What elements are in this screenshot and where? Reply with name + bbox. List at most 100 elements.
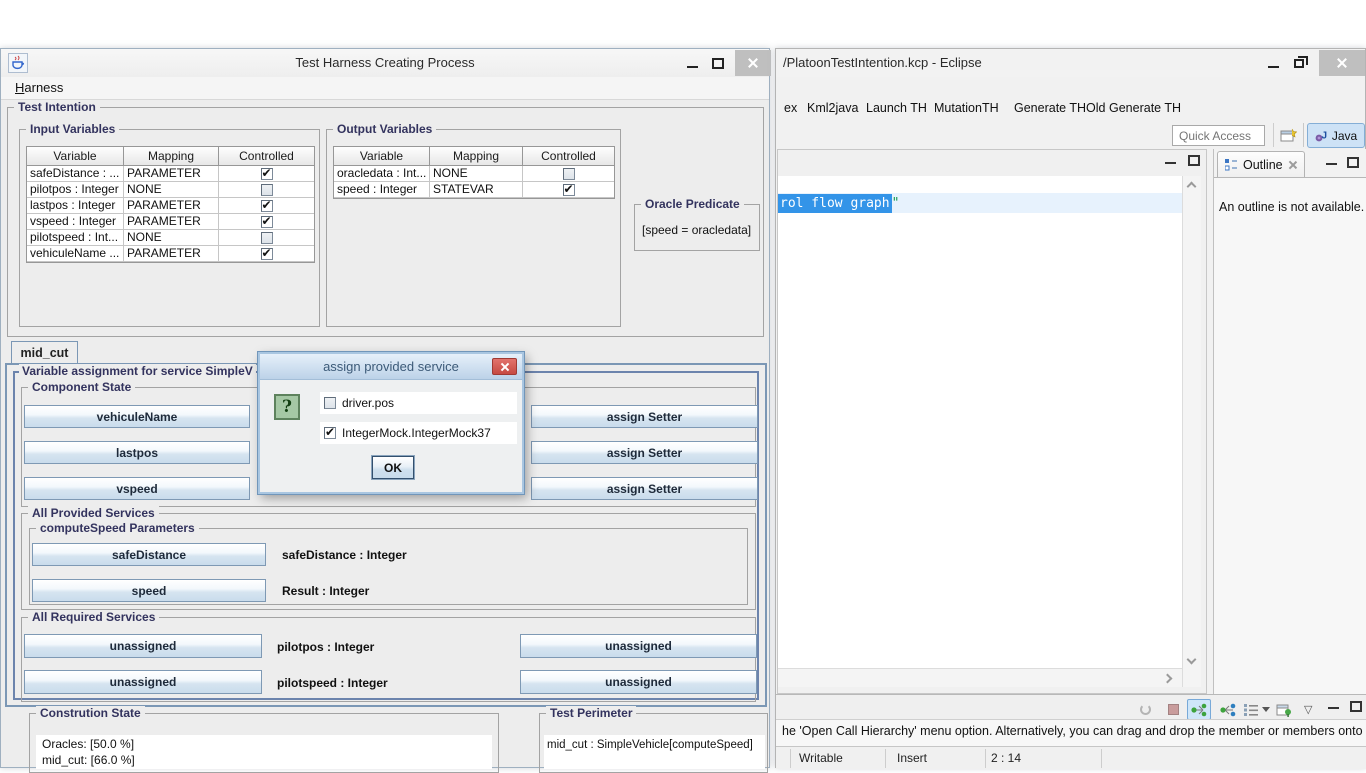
editor-maximize-icon[interactable] xyxy=(1188,155,1200,166)
controlled-checkbox[interactable] xyxy=(563,168,575,180)
editor-canvas[interactable]: rol flow graph" xyxy=(778,176,1182,668)
menu-item[interactable]: Generate THOld xyxy=(1014,95,1105,121)
assign-setter-button[interactable]: assign Setter xyxy=(531,405,758,428)
scroll-right-icon[interactable] xyxy=(1163,674,1173,684)
editor-hscrollbar[interactable] xyxy=(778,668,1182,687)
dropdown-arrow-icon[interactable] xyxy=(1262,699,1270,720)
callee-hierarchy-icon[interactable] xyxy=(1216,699,1240,720)
required-unassigned-button[interactable]: unassigned xyxy=(520,670,757,694)
col-controlled[interactable]: Controlled xyxy=(523,147,614,165)
table-row[interactable]: pilotpos : Integer NONE xyxy=(27,182,314,198)
stop-icon[interactable] xyxy=(1168,699,1179,720)
menu-item[interactable]: Kml2java xyxy=(807,95,858,121)
table-row[interactable]: oracledata : Int... NONE xyxy=(334,166,614,182)
outline-minimize-icon[interactable] xyxy=(1326,163,1337,165)
dialog-titlebar[interactable]: assign provided service xyxy=(260,354,522,380)
group-title: Oracle Predicate xyxy=(641,197,744,212)
open-perspective-icon[interactable] xyxy=(1280,128,1297,149)
provided-param-button-safeDistance[interactable]: safeDistance xyxy=(32,543,266,566)
window-title: Test Harness Creating Process xyxy=(1,49,769,77)
col-mapping[interactable]: Mapping xyxy=(430,147,523,165)
controlled-checkbox[interactable] xyxy=(563,184,575,196)
harness-titlebar[interactable]: Test Harness Creating Process xyxy=(1,49,769,77)
ok-button[interactable]: OK xyxy=(372,456,414,479)
construction-state-list: Oracles: [50.0 %] mid_cut: [66.0 %] xyxy=(36,735,492,769)
service-checkbox[interactable] xyxy=(324,427,336,439)
dialog-close-icon[interactable] xyxy=(492,358,517,375)
minimize-icon[interactable] xyxy=(1268,66,1279,68)
group-title: Test Perimeter xyxy=(546,706,636,721)
provided-param-button-speed[interactable]: speed xyxy=(32,579,266,602)
close-icon[interactable] xyxy=(735,50,771,76)
menu-item[interactable]: ex xyxy=(784,95,797,121)
service-option-label: IntegerMock.IntegerMock37 xyxy=(342,426,491,440)
menubar: Harness xyxy=(1,77,769,100)
menu-item[interactable]: MutationTH xyxy=(934,95,999,121)
view-maximize-icon[interactable] xyxy=(1350,701,1362,712)
getter-button-lastpos[interactable]: lastpos xyxy=(24,441,250,464)
pin-view-icon[interactable] xyxy=(1276,699,1292,720)
outline-view: Outline An outline is not available. xyxy=(1213,149,1366,694)
required-unassigned-button[interactable]: unassigned xyxy=(24,634,262,658)
col-controlled[interactable]: Controlled xyxy=(219,147,314,165)
table-header[interactable]: Variable Mapping Controlled xyxy=(27,147,314,166)
layout-list-icon[interactable] xyxy=(1244,699,1258,720)
tab-mid-cut[interactable]: mid_cut xyxy=(11,341,78,364)
java-perspective-button[interactable]: J Java xyxy=(1307,123,1365,148)
table-row[interactable]: pilotspeed : Int... NONE xyxy=(27,230,314,246)
service-checkbox[interactable] xyxy=(324,397,336,409)
col-variable[interactable]: Variable xyxy=(334,147,430,165)
view-menu-icon[interactable]: ▽ xyxy=(1304,699,1312,720)
menu-item[interactable]: Generate TH xyxy=(1109,95,1181,121)
scroll-down-icon[interactable] xyxy=(1187,655,1197,665)
quick-access-input[interactable] xyxy=(1172,125,1265,146)
controlled-checkbox[interactable] xyxy=(261,232,273,244)
outline-content: An outline is not available. xyxy=(1214,177,1366,694)
col-mapping[interactable]: Mapping xyxy=(124,147,219,165)
status-divider xyxy=(1101,749,1102,768)
menu-harness[interactable]: Harness xyxy=(15,80,63,95)
required-unassigned-button[interactable]: unassigned xyxy=(520,634,757,658)
controlled-checkbox[interactable] xyxy=(261,184,273,196)
table-header[interactable]: Variable Mapping Controlled xyxy=(334,147,614,166)
table-row[interactable]: safeDistance : ... PARAMETER xyxy=(27,166,314,182)
outline-maximize-icon[interactable] xyxy=(1347,157,1359,168)
controlled-checkbox[interactable] xyxy=(261,168,273,180)
group-title: Test Intention xyxy=(14,100,100,115)
java-perspective-label: Java xyxy=(1332,129,1357,143)
maximize-icon[interactable] xyxy=(712,58,724,69)
controlled-checkbox[interactable] xyxy=(261,248,273,260)
col-variable[interactable]: Variable xyxy=(27,147,124,165)
tab-outline[interactable]: Outline xyxy=(1217,151,1305,177)
table-row[interactable]: speed : Integer STATEVAR xyxy=(334,182,614,198)
getter-button-vspeed[interactable]: vspeed xyxy=(24,477,250,500)
refresh-icon[interactable] xyxy=(1140,699,1151,720)
outline-message: An outline is not available. xyxy=(1214,178,1366,214)
group-title: Component State xyxy=(28,380,135,395)
table-row[interactable]: lastpos : Integer PARAMETER xyxy=(27,198,314,214)
group-title: All Required Services xyxy=(28,610,159,625)
scroll-up-icon[interactable] xyxy=(1187,182,1197,192)
minimize-icon[interactable] xyxy=(687,66,698,68)
assign-setter-button[interactable]: assign Setter xyxy=(531,477,758,500)
editor-vscrollbar[interactable] xyxy=(1182,176,1201,687)
caller-hierarchy-icon[interactable] xyxy=(1187,699,1211,720)
assign-setter-button[interactable]: assign Setter xyxy=(531,441,758,464)
controlled-checkbox[interactable] xyxy=(261,216,273,228)
controlled-checkbox[interactable] xyxy=(261,200,273,212)
eclipse-titlebar[interactable]: /PlatoonTestIntention.kcp - Eclipse xyxy=(776,49,1365,77)
editor-minimize-icon[interactable] xyxy=(1165,162,1176,164)
group-title: All Provided Services xyxy=(28,506,159,521)
close-icon[interactable] xyxy=(1319,50,1365,76)
required-unassigned-button[interactable]: unassigned xyxy=(24,670,262,694)
close-tab-icon[interactable] xyxy=(1288,160,1297,169)
group-title: Constrution State xyxy=(36,706,145,721)
status-divider xyxy=(985,749,986,768)
table-row[interactable]: vspeed : Integer PARAMETER xyxy=(27,214,314,230)
getter-button-vehiculeName[interactable]: vehiculeName xyxy=(24,405,250,428)
menu-item[interactable]: Launch TH xyxy=(866,95,927,121)
table-row[interactable]: vehiculeName ... PARAMETER xyxy=(27,246,314,262)
svg-text:J: J xyxy=(1321,131,1327,142)
view-minimize-icon[interactable] xyxy=(1328,707,1339,709)
input-variables-table: Variable Mapping Controlled safeDistance… xyxy=(26,146,315,263)
